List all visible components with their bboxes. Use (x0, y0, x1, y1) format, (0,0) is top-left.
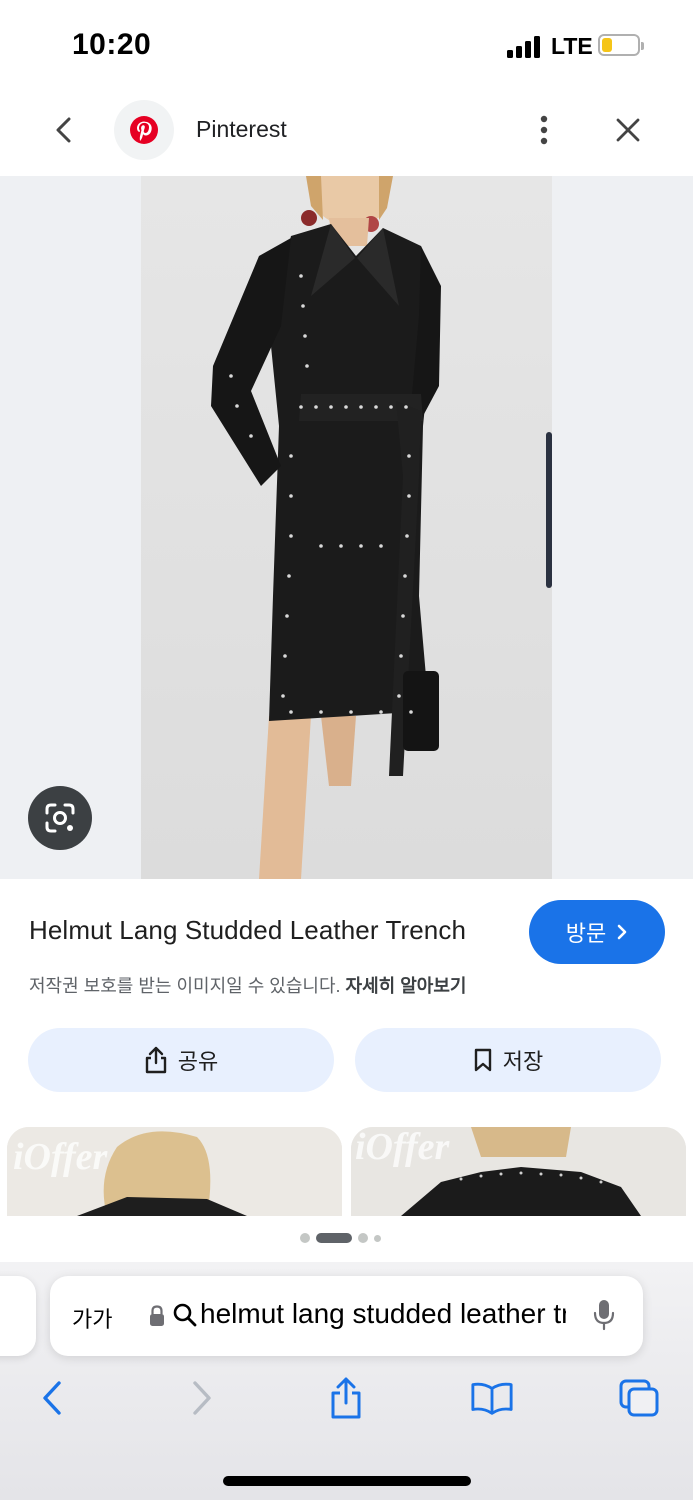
site-logo[interactable] (114, 100, 174, 160)
copyright-text: 저작권 보호를 받는 이미지일 수 있습니다. (29, 976, 341, 996)
bookmark-icon (474, 1048, 491, 1072)
watermark-text: iOffer (13, 1136, 108, 1178)
status-bar: 10:20 LTE (0, 0, 693, 92)
copyright-notice: 저작권 보호를 받는 이미지일 수 있습니다. 자세히 알아보기 (29, 972, 466, 998)
share-label: 공유 (177, 1049, 219, 1074)
product-photo[interactable] (141, 176, 552, 879)
lens-button[interactable] (28, 786, 92, 850)
status-time: 10:20 (72, 28, 152, 61)
bookmarks-button[interactable] (470, 1376, 514, 1420)
watermark-text: iOffer (355, 1127, 450, 1168)
lens-icon (45, 803, 75, 833)
page-dot[interactable] (300, 1233, 310, 1243)
chevron-right-icon (617, 924, 627, 940)
site-name[interactable]: Pinterest (196, 116, 287, 143)
page-dot[interactable] (316, 1233, 352, 1243)
book-icon (471, 1382, 513, 1415)
related-images: iOffer iOffer (0, 1127, 693, 1216)
chevron-right-icon (193, 1381, 211, 1415)
browser-toolbar: 가가 helmut lang studded leather trench (0, 1262, 693, 1500)
browser-forward-button[interactable] (180, 1376, 224, 1420)
related-photo: iOffer (351, 1127, 686, 1216)
viewer-header: Pinterest (0, 92, 693, 176)
browser-back-button[interactable] (30, 1376, 74, 1420)
related-photo: iOffer (7, 1127, 342, 1216)
scroll-indicator[interactable] (546, 432, 552, 588)
tabs-icon (619, 1379, 659, 1417)
chevron-left-icon (56, 117, 71, 143)
microphone-icon[interactable] (592, 1298, 616, 1332)
page-dot[interactable] (358, 1233, 368, 1243)
address-bar[interactable]: 가가 helmut lang studded leather trench (50, 1276, 643, 1356)
back-button[interactable] (44, 110, 84, 150)
share-button[interactable]: 공유 (28, 1028, 334, 1092)
close-button[interactable] (608, 110, 648, 150)
browser-share-button[interactable] (324, 1376, 368, 1420)
save-label: 저장 (502, 1049, 544, 1074)
save-button[interactable]: 저장 (355, 1028, 661, 1092)
more-options-button[interactable] (524, 110, 564, 150)
close-icon (616, 118, 640, 142)
signal-icon (507, 36, 543, 58)
battery-icon (598, 34, 644, 56)
coat-illustration (211, 176, 441, 879)
more-vert-icon (540, 115, 548, 145)
visit-label: 방문 (565, 921, 607, 946)
url-text[interactable]: helmut lang studded leather trench (200, 1298, 566, 1330)
page-dot[interactable] (374, 1234, 381, 1242)
image-viewer[interactable] (0, 176, 693, 879)
reader-options-button[interactable]: 가가 (72, 1302, 112, 1334)
lock-icon (150, 1305, 164, 1326)
tabs-button[interactable] (617, 1376, 661, 1420)
related-image-2[interactable]: iOffer (351, 1127, 686, 1216)
share-icon (145, 1046, 166, 1074)
home-indicator[interactable] (223, 1476, 471, 1486)
page-indicator[interactable] (300, 1233, 381, 1243)
share-icon (331, 1377, 361, 1419)
network-label: LTE (551, 33, 593, 59)
visit-button[interactable]: 방문 (529, 900, 665, 964)
result-title[interactable]: Helmut Lang Studded Leather Trench (29, 915, 466, 946)
pinterest-logo-icon (130, 116, 158, 144)
previous-tab[interactable] (0, 1276, 36, 1356)
chevron-left-icon (43, 1381, 61, 1415)
search-icon (173, 1303, 197, 1327)
related-image-1[interactable]: iOffer (7, 1127, 342, 1216)
learn-more-link[interactable]: 자세히 알아보기 (346, 976, 467, 996)
